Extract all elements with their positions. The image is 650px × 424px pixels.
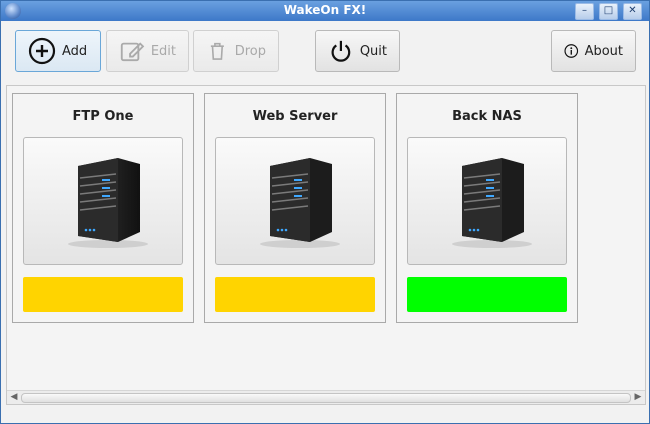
title-bar[interactable]: WakeOn FX! – □ ✕ [1, 1, 649, 21]
trash-icon [210, 42, 224, 60]
close-button[interactable]: ✕ [623, 3, 642, 20]
quit-button-label: Quit [359, 43, 387, 59]
app-window: WakeOn FX! – □ ✕ Add Edit Drop Quit Abou… [0, 0, 650, 424]
status-indicator [23, 277, 183, 312]
about-button-label: About [584, 43, 623, 59]
server-image-box[interactable] [23, 137, 183, 265]
server-tower-icon [260, 157, 340, 248]
horizontal-scrollbar[interactable]: ◀ ▶ [7, 390, 645, 404]
server-tower-icon [68, 157, 148, 248]
server-image-box[interactable] [215, 137, 375, 265]
server-tower-icon [452, 157, 532, 248]
server-image-box[interactable] [407, 137, 567, 265]
status-indicator [215, 277, 375, 312]
maximize-button[interactable]: □ [599, 3, 618, 20]
edit-button[interactable]: Edit [106, 30, 189, 72]
add-button[interactable]: Add [15, 30, 101, 72]
minimize-button[interactable]: – [575, 3, 594, 20]
about-button[interactable]: About [551, 30, 636, 72]
edit-button-label: Edit [150, 43, 176, 59]
toolbar: Add Edit Drop Quit About [1, 21, 649, 83]
power-icon [331, 40, 351, 62]
quit-button[interactable]: Quit [315, 30, 400, 72]
status-indicator [407, 277, 567, 312]
host-card-back-nas[interactable]: Back NAS [396, 93, 578, 323]
host-card-ftp-one[interactable]: FTP One [12, 93, 194, 323]
host-name: FTP One [72, 109, 134, 124]
add-button-label: Add [62, 43, 88, 59]
drop-button[interactable]: Drop [193, 30, 279, 72]
host-name: Web Server [252, 109, 338, 124]
edit-pencil-icon [120, 42, 145, 62]
host-name: Back NAS [452, 109, 522, 124]
hosts-panel: FTP One Web Server Back NAS ◀ ▶ [6, 85, 646, 405]
drop-button-label: Drop [234, 43, 266, 59]
host-card-web-server[interactable]: Web Server [204, 93, 386, 323]
scroll-right-arrow-icon[interactable]: ▶ [632, 391, 644, 403]
window-title: WakeOn FX! [283, 3, 367, 17]
scroll-left-arrow-icon[interactable]: ◀ [8, 391, 20, 403]
scrollbar-thumb[interactable] [21, 393, 631, 403]
info-circle-icon [564, 44, 579, 58]
plus-circle-icon [28, 37, 56, 65]
